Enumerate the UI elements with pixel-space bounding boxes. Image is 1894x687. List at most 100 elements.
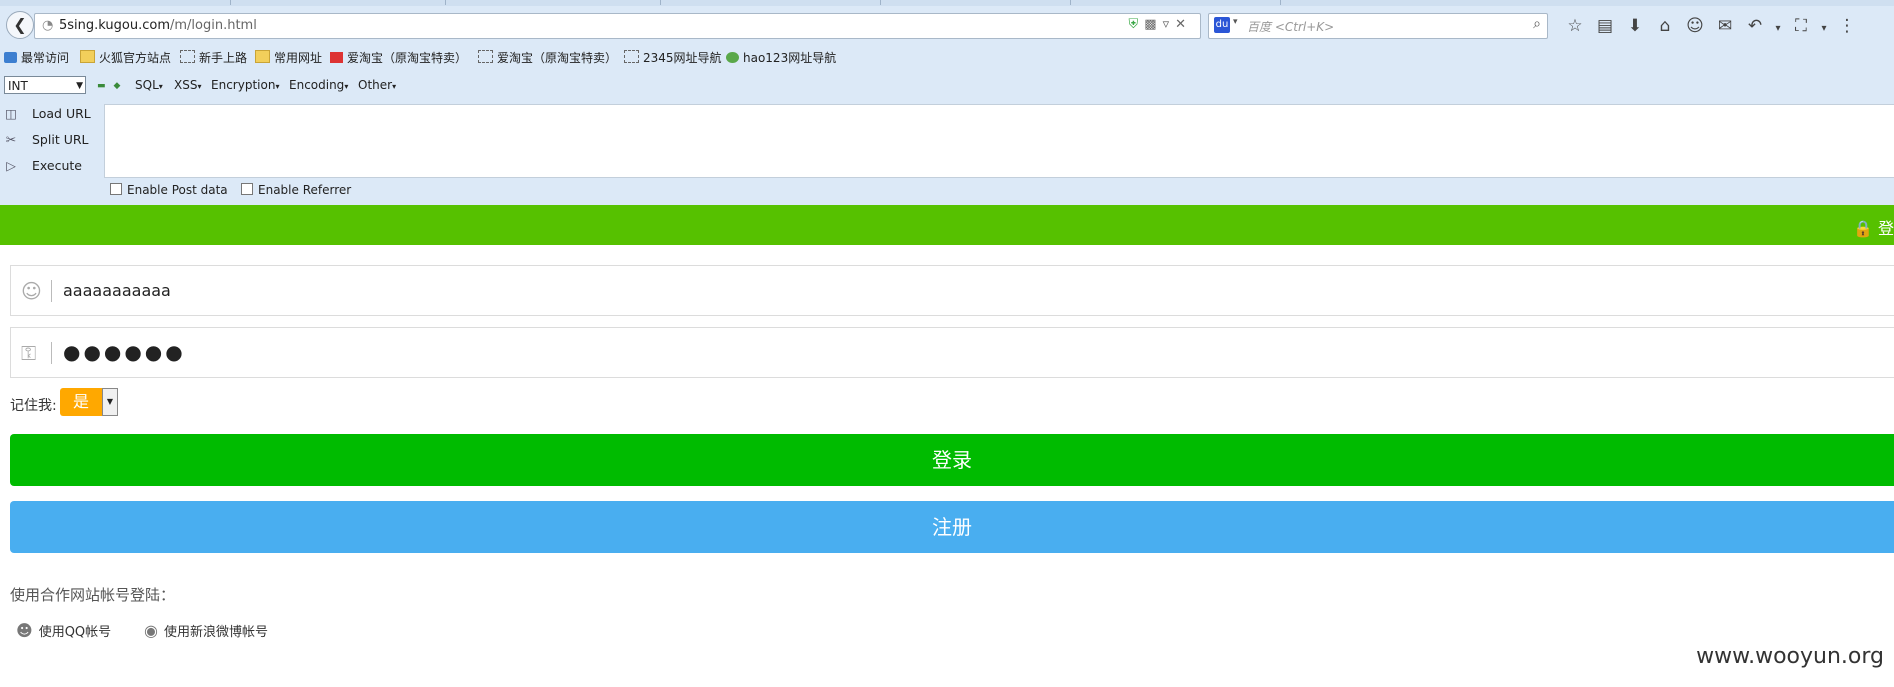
tab-divider (660, 0, 661, 5)
header-login-link[interactable]: 🔒 登 (1853, 215, 1894, 239)
chevron-down-icon[interactable]: ▼ (102, 388, 118, 416)
qr-code-icon[interactable]: ▩ (1144, 17, 1162, 32)
username-field[interactable]: ☺ aaaaaaaaaaa (10, 265, 1894, 316)
most-visited-icon (4, 52, 17, 63)
load-url-button[interactable]: ◫ Load URL (4, 106, 91, 121)
hackbar-status-dots: ▬◆ (97, 81, 128, 91)
enable-referrer-checkbox[interactable]: Enable Referrer (241, 183, 351, 197)
page-icon (478, 50, 493, 63)
menu-icon[interactable]: ⋮ (1832, 16, 1862, 36)
scissors-icon: ✂ (5, 132, 17, 147)
site-header-bar: 🔒 登 (0, 205, 1894, 245)
shield-icon[interactable]: ⛨ (1129, 17, 1145, 32)
hackbar-menu-encoding[interactable]: Encoding▾ (289, 78, 348, 92)
enable-post-label: Enable Post data (127, 183, 228, 197)
header-login-label: 登 (1877, 219, 1894, 238)
download-icon[interactable]: ⬇ (1620, 16, 1650, 36)
register-button[interactable]: 注册 (10, 501, 1894, 553)
execute-button[interactable]: ▷ Execute (4, 158, 82, 173)
remember-me-select[interactable]: 是 (60, 388, 102, 416)
hao123-icon (726, 52, 739, 63)
bookmark-label: 新手上路 (199, 51, 248, 65)
tab-divider (880, 0, 881, 5)
bookmark-item[interactable]: 最常访问 (4, 49, 69, 66)
dropdown-icon: ▾ (344, 82, 349, 91)
taobao-icon (330, 52, 343, 63)
hackbar-panel: INT ▼ ▬◆ SQL▾ XSS▾ Encryption▾ Encoding▾ … (0, 71, 1894, 205)
bookmark-item[interactable]: hao123网址导航 (726, 49, 836, 66)
login-button[interactable]: 登录 (10, 434, 1894, 486)
baidu-paw-icon[interactable]: du (1214, 17, 1230, 33)
menu-label: Encoding (289, 78, 345, 92)
crop-icon[interactable]: ⛶ (1786, 16, 1816, 36)
search-bar[interactable]: du ▾ 百度 <Ctrl+K> ⌕ (1208, 13, 1548, 39)
checkbox-box[interactable] (110, 183, 122, 195)
folder-icon (255, 50, 270, 63)
bookmark-item[interactable]: 爱淘宝（原淘宝特卖） (330, 49, 467, 66)
split-url-button[interactable]: ✂ Split URL (4, 132, 89, 147)
close-icon[interactable]: ✕ (1175, 17, 1192, 32)
crop-dropdown-icon[interactable]: ▾ (1816, 23, 1832, 34)
minus-icon[interactable]: ▬ (97, 81, 114, 91)
comment-icon[interactable]: ✉ (1710, 16, 1740, 36)
dropdown-arrow-icon[interactable]: ▿ (1163, 17, 1176, 32)
bookmark-item[interactable]: 常用网址 (255, 49, 322, 66)
undo-dropdown-icon[interactable]: ▾ (1770, 23, 1786, 34)
undo-icon[interactable]: ↶ (1740, 16, 1770, 36)
weibo-login-link[interactable]: ◉ 使用新浪微博帐号 (144, 621, 268, 640)
qq-login-link[interactable]: ☻ 使用QQ帐号 (16, 621, 111, 640)
bookmark-label: hao123网址导航 (743, 51, 837, 65)
enable-referrer-label: Enable Referrer (258, 183, 352, 197)
partner-login-heading: 使用合作网站帐号登陆： (10, 586, 176, 604)
field-separator (51, 342, 52, 364)
hackbar-url-textarea[interactable] (104, 104, 1894, 178)
chat-icon[interactable]: ☺ (1680, 16, 1710, 36)
url-bar-icons: ⛨▩▿✕ (1129, 17, 1193, 32)
home-icon[interactable]: ⌂ (1650, 16, 1680, 36)
hackbar-menu-xss[interactable]: XSS▾ (174, 78, 201, 92)
bookmark-item[interactable]: 新手上路 (180, 49, 247, 66)
bookmark-item[interactable]: 爱淘宝（原淘宝特卖） (478, 49, 617, 66)
plus-icon[interactable]: ◆ (114, 81, 129, 91)
select-value: INT (8, 79, 28, 93)
password-field[interactable]: ⚿ ●●●●●● (10, 327, 1894, 378)
bookmark-star-icon[interactable]: ☆ (1560, 16, 1590, 36)
hackbar-type-select[interactable]: INT ▼ (4, 76, 86, 94)
hackbar-menu-encryption[interactable]: Encryption▾ (211, 78, 279, 92)
lock-icon: 🔒 (1852, 219, 1873, 238)
hackbar-menu-other[interactable]: Other▾ (358, 78, 396, 92)
bookmark-item[interactable]: 火狐官方站点 (80, 49, 171, 66)
split-url-label: Split URL (32, 132, 89, 147)
folder-icon (80, 50, 95, 63)
page-icon (624, 50, 639, 63)
checkbox-box[interactable] (241, 183, 253, 195)
reading-list-icon[interactable]: ▤ (1590, 16, 1620, 36)
url-bar[interactable]: ◔ 5sing.kugou.com/m/login.html ⛨▩▿✕ (34, 13, 1201, 39)
tab-divider (1070, 0, 1071, 5)
remember-me-label: 记住我: (10, 398, 57, 414)
url-path: /m/login.html (170, 18, 257, 33)
bookmark-label: 常用网址 (274, 51, 323, 65)
search-placeholder: 百度 <Ctrl+K> (1247, 20, 1335, 34)
tab-divider (1280, 0, 1281, 5)
engine-dropdown-icon[interactable]: ▾ (1233, 17, 1238, 27)
enable-post-checkbox[interactable]: Enable Post data (110, 183, 228, 197)
lock-icon: ⚿ (21, 341, 37, 365)
hackbar-menu-sql[interactable]: SQL▾ (135, 78, 163, 92)
bookmark-label: 火狐官方站点 (99, 51, 172, 65)
bookmark-label: 爱淘宝（原淘宝特卖） (497, 51, 618, 65)
watermark-text: www.wooyun.org (1696, 644, 1884, 669)
search-icon[interactable]: ⌕ (1533, 16, 1541, 32)
tab-divider (230, 0, 231, 5)
bookmark-label: 爱淘宝（原淘宝特卖） (347, 51, 468, 65)
bookmark-item[interactable]: 2345网址导航 (624, 49, 722, 66)
menu-label: XSS (174, 78, 198, 92)
load-url-icon: ◫ (5, 106, 17, 121)
tab-divider (445, 0, 446, 5)
url-domain: 5sing.kugou.com (59, 18, 170, 33)
bookmark-label: 2345网址导航 (643, 51, 722, 65)
url-text: 5sing.kugou.com/m/login.html (59, 18, 257, 33)
back-button[interactable]: ❮ (6, 11, 34, 39)
globe-icon: ◔ (42, 18, 54, 33)
menu-label: Other (358, 78, 393, 92)
